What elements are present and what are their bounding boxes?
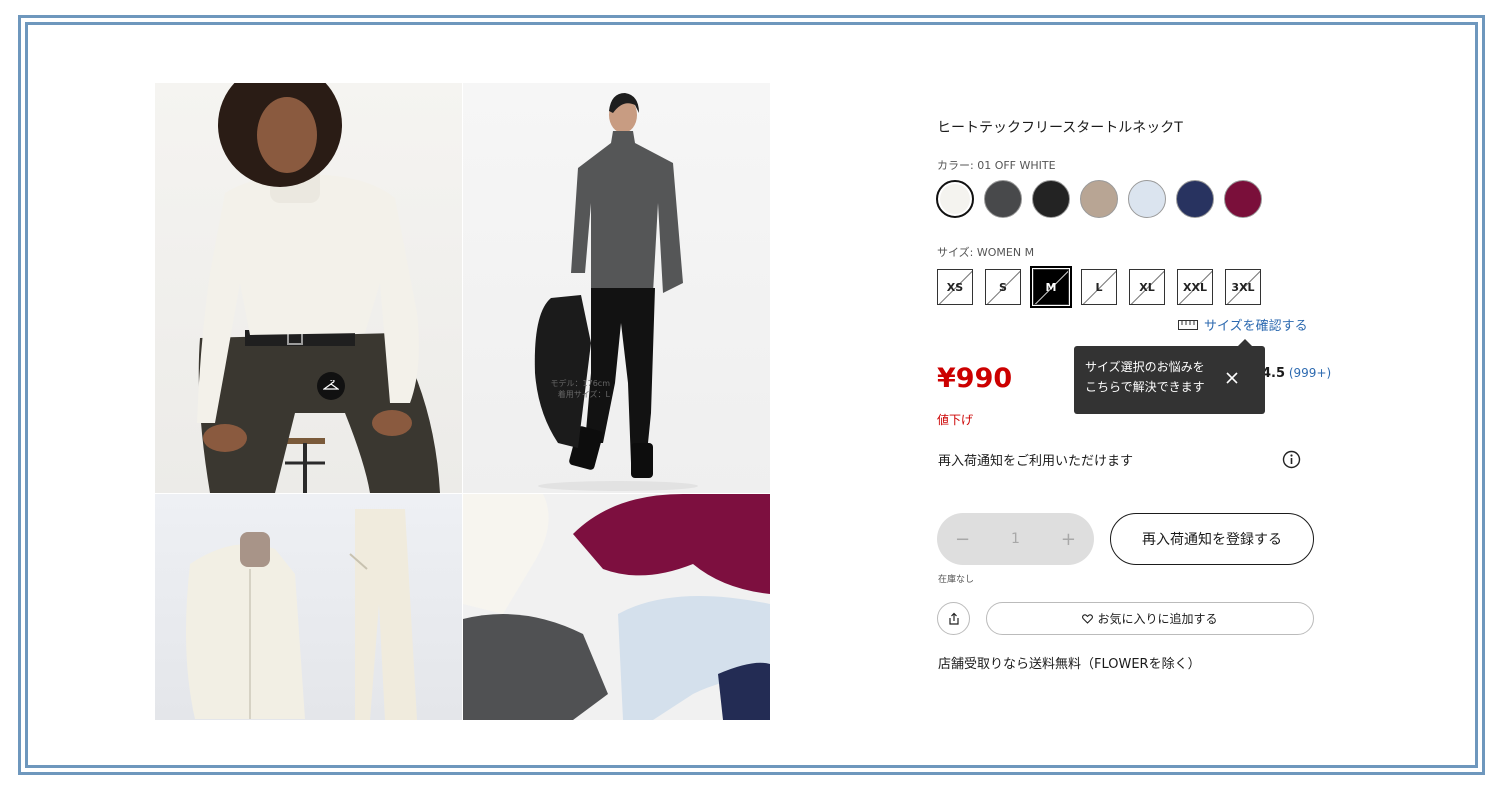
model-height-text: モデル：176cm	[550, 379, 610, 388]
quantity-decrease-button[interactable]: −	[955, 529, 970, 550]
stock-status: 在庫なし	[938, 575, 975, 585]
add-to-favorites-button[interactable]: お気に入りに追加する	[986, 602, 1314, 635]
favorite-button-label: お気に入りに追加する	[1097, 612, 1218, 626]
size-chip-xxl[interactable]: XXL	[1177, 269, 1213, 305]
size-chip-label: XS	[946, 280, 964, 294]
ruler-icon	[1178, 319, 1198, 330]
size-chip-xs[interactable]: XS	[937, 269, 973, 305]
color-swatch-beige[interactable]	[1080, 180, 1118, 218]
size-chip-3xl[interactable]: 3XL	[1225, 269, 1261, 305]
size-chips: XS S M L XL XXL 3XL	[937, 266, 1261, 308]
color-label: カラー: 01 OFF WHITE	[937, 159, 1056, 172]
size-chip-label: XL	[1139, 280, 1155, 294]
size-chip-label: 3XL	[1231, 280, 1255, 294]
size-chip-m[interactable]: M	[1030, 266, 1072, 308]
discount-label: 値下げ	[937, 413, 974, 427]
size-chip-s[interactable]: S	[985, 269, 1021, 305]
hanger-icon[interactable]	[317, 372, 345, 400]
restock-info-text: 再入荷通知をご利用いただけます	[938, 454, 1134, 469]
size-chip-label: S	[999, 280, 1007, 294]
product-title: ヒートテックフリースタートルネックT	[937, 120, 1183, 136]
size-chip-label: XXL	[1183, 280, 1207, 294]
info-icon[interactable]	[1282, 450, 1301, 469]
rating-score: 4.5	[1262, 366, 1286, 381]
color-swatch-black[interactable]	[1032, 180, 1070, 218]
size-help-tooltip: サイズ選択のお悩みを こちらで解決できます	[1074, 339, 1265, 414]
size-chip-l[interactable]: L	[1081, 269, 1117, 305]
size-label: サイズ: WOMEN M	[937, 246, 1035, 259]
model-size-note: モデル：176cm 着用サイズ：L	[520, 378, 610, 400]
quantity-stepper[interactable]: − 1 +	[937, 513, 1094, 565]
heart-icon	[1082, 613, 1094, 624]
product-image-color-variations[interactable]	[463, 494, 770, 720]
price: ¥990	[937, 363, 1013, 394]
size-chip-xl[interactable]: XL	[1129, 269, 1165, 305]
product-image-gallery	[155, 83, 770, 720]
quantity-increase-button[interactable]: +	[1061, 529, 1076, 550]
rating[interactable]: 4.5 (999+)	[1262, 366, 1331, 381]
color-swatch-navy[interactable]	[1176, 180, 1214, 218]
store-pickup-note: 店舗受取りなら送料無料（FLOWERを除く）	[938, 657, 1201, 672]
size-check-link[interactable]: サイズを確認する	[1178, 315, 1308, 334]
color-swatches	[936, 180, 1262, 218]
rating-count[interactable]: (999+)	[1289, 366, 1331, 380]
color-swatch-wine[interactable]	[1224, 180, 1262, 218]
close-icon[interactable]	[1224, 370, 1240, 386]
product-image-model-white-turtleneck[interactable]	[155, 83, 462, 493]
quantity-value: 1	[1011, 531, 1020, 547]
product-image-model-gray-full-body[interactable]	[463, 83, 770, 493]
share-button[interactable]	[937, 602, 970, 635]
size-check-text: サイズを確認する	[1204, 319, 1308, 334]
size-chip-label: M	[1045, 280, 1057, 294]
size-chip-label: L	[1095, 280, 1103, 294]
product-image-fleece-set[interactable]	[155, 494, 462, 720]
color-swatch-off-white[interactable]	[936, 180, 974, 218]
restock-notify-button[interactable]: 再入荷通知を登録する	[1110, 513, 1314, 565]
color-swatch-light-blue[interactable]	[1128, 180, 1166, 218]
color-swatch-dark-gray[interactable]	[984, 180, 1022, 218]
model-wear-size-text: 着用サイズ：L	[557, 390, 610, 399]
share-icon	[948, 612, 959, 625]
